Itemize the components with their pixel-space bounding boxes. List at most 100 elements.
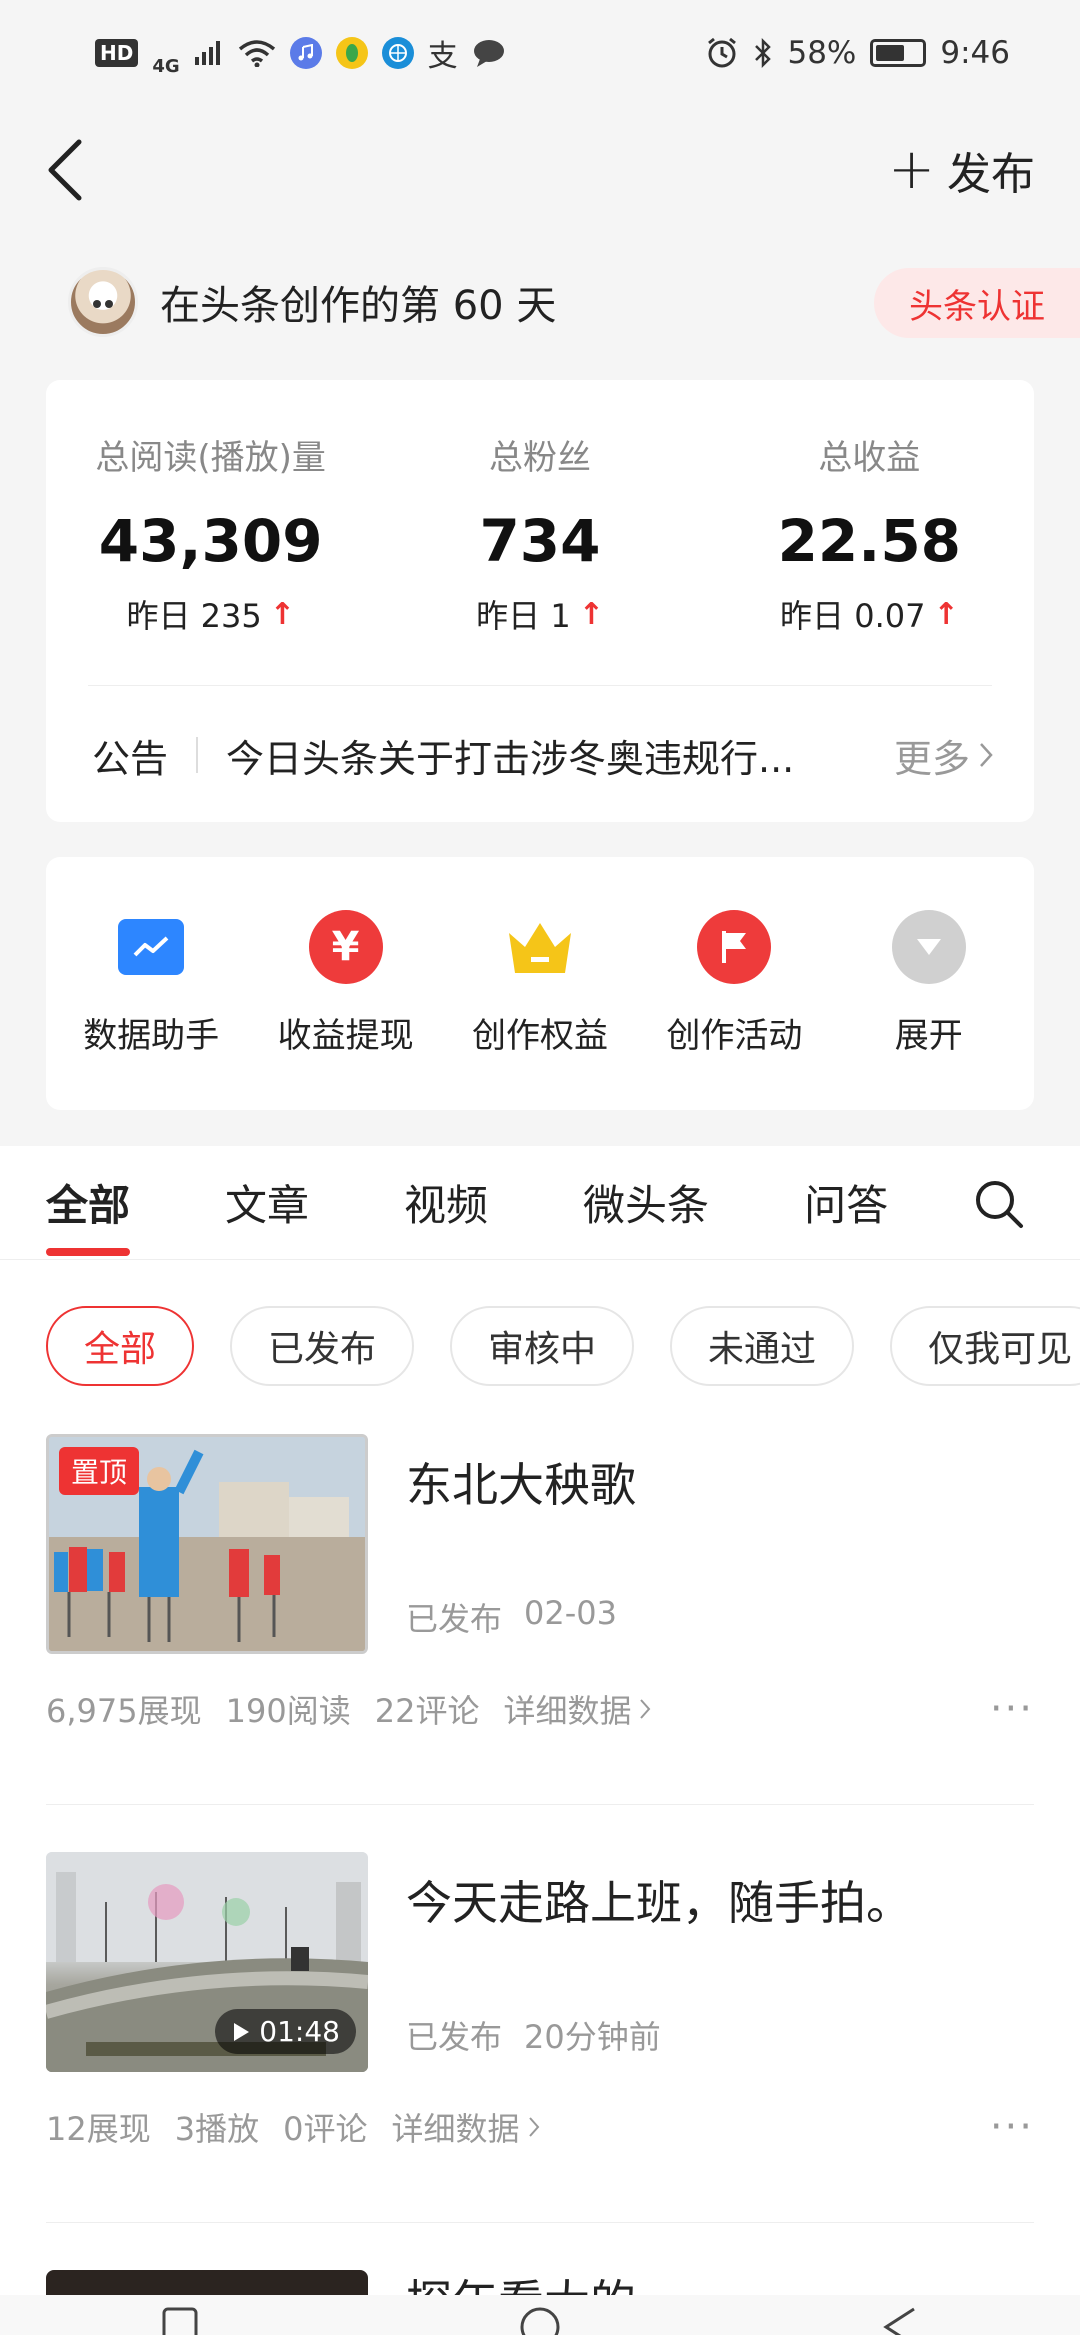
post-status: 已发布 [406,1600,503,1638]
tool-creator-rights[interactable]: 创作权益 [450,910,630,1057]
bluetooth-icon [753,37,773,69]
arrow-up-icon: ↑ [269,596,295,632]
clock: 9:46 [940,34,1010,71]
hd-icon: HD [95,38,139,67]
tab-articles[interactable]: 文章 [225,1146,309,1260]
content-tabs: 全部 文章 视频 微头条 问答 [0,1146,1080,1260]
arrow-up-icon: ↑ [578,596,604,632]
post-date: 02-03 [524,1594,617,1632]
cert-badge-button[interactable]: 头条认证 [874,268,1080,338]
tools-card: 数据助手 ¥ 收益提现 创作权益 创作活动 展开 [46,857,1034,1110]
post-status: 已发布 [406,2018,503,2056]
alipay-icon: 支 [427,38,458,74]
tool-creator-events[interactable]: 创作活动 [644,910,824,1057]
detail-data-link[interactable]: 详细数据 [503,1686,651,1732]
status-bar: HD 4G 支 58% 9:46 [0,0,1080,105]
stats-card: 总阅读(播放)量 43,309 昨日 235 ↑ 总粉丝 734 昨日 1 ↑ 总收… [46,380,1034,822]
more-options-icon[interactable]: ··· [990,1686,1034,1732]
back-button[interactable] [45,130,105,210]
post-item[interactable]: 置顶 东北大秧歌 已发布 02-03 6,975展现 190阅读 22评论 详细… [46,1434,1034,1734]
post-stat-reads: 190阅读 [225,1692,351,1730]
post-thumbnail[interactable]: 01:48 [46,1852,368,2072]
stat-total-reads[interactable]: 总阅读(播放)量 43,309 昨日 235 ↑ [46,430,375,637]
tab-videos[interactable]: 视频 [404,1146,488,1260]
notice-label: 公告 [92,736,169,781]
top-bar: + 发布 [0,120,1080,220]
stat-total-income[interactable]: 总收益 22.58 昨日 0.07 ↑ [705,430,1034,637]
notice-more-label: 更多 [893,736,970,781]
user-row: 在头条创作的第 60 天 头条认证 [0,262,1080,342]
tool-label: 创作活动 [666,1016,803,1056]
filter-private[interactable]: 仅我可见 [890,1306,1080,1386]
post-title[interactable]: 今天走路上班，随手拍。 [406,1867,912,1933]
detail-data-link[interactable]: 详细数据 [391,2104,539,2150]
filter-all[interactable]: 全部 [46,1306,195,1386]
stat-label: 总阅读(播放)量 [95,438,326,478]
content-area: 全部 文章 视频 微头条 问答 全部 已发布 审核中 未通过 仅我可见 置顶 东… [0,1146,1080,2335]
crown-icon [503,910,577,984]
post-date: 20分钟前 [524,2018,661,2056]
signal-icon [194,39,224,67]
filter-reviewing[interactable]: 审核中 [450,1306,635,1386]
tool-income-withdraw[interactable]: ¥ 收益提现 [256,910,436,1057]
publish-label: 发布 [947,149,1035,200]
status-left: HD 4G 支 [95,28,506,77]
post-stats: 12展现 3播放 0评论 详细数据 ··· [46,2104,1034,2150]
post-thumbnail[interactable]: 置顶 [46,1434,368,1654]
browser-app-icon [381,36,414,69]
yen-icon: ¥ [308,910,383,984]
status-right: 58% 9:46 [705,35,1010,71]
publish-button[interactable]: + 发布 [888,138,1035,202]
search-button[interactable] [973,1178,1025,1230]
chart-icon [118,919,185,975]
post-stat-comments: 0评论 [283,2110,368,2148]
tool-expand[interactable]: 展开 [839,910,1019,1057]
post-title[interactable]: 东北大秧歌 [406,1449,636,1515]
back-nav-icon[interactable] [870,2295,930,2335]
notice-more-link[interactable]: 更多 [894,728,994,783]
battery-icon [870,38,927,67]
stat-delta: 昨日 1 ↑ [375,591,704,637]
home-icon[interactable] [510,2295,570,2335]
yen-glyph: ¥ [331,924,360,970]
post-stat-comments: 22评论 [374,1692,480,1730]
stat-total-fans[interactable]: 总粉丝 734 昨日 1 ↑ [375,430,704,637]
tab-qa[interactable]: 问答 [804,1146,888,1260]
tool-label: 数据助手 [83,1016,220,1056]
system-nav-bar [0,2295,1080,2335]
notice-row[interactable]: 公告 今日头条关于打击涉冬奥违规行... 更多 [92,715,994,795]
post-stats: 6,975展现 190阅读 22评论 详细数据 ··· [46,1686,1034,1732]
stat-delta: 昨日 0.07 ↑ [705,591,1034,637]
network-type: 4G [152,56,180,77]
video-duration-badge: 01:48 [215,2009,356,2054]
play-icon [234,2022,250,2041]
post-item[interactable]: 01:48 今天走路上班，随手拍。 已发布 20分钟前 12展现 3播放 0评论… [46,1852,1034,2152]
post-meta: 已发布 02-03 [406,1594,617,1640]
tool-label: 展开 [894,1016,963,1056]
divider [88,685,992,686]
chevron-right-icon [528,2117,539,2137]
stats-row: 总阅读(播放)量 43,309 昨日 235 ↑ 总粉丝 734 昨日 1 ↑ 总收… [46,380,1034,637]
pinned-badge: 置顶 [59,1447,140,1495]
tab-micro-posts[interactable]: 微头条 [583,1146,709,1260]
filter-rejected[interactable]: 未通过 [670,1306,855,1386]
stat-delta-text: 昨日 1 [476,597,571,635]
avatar[interactable] [68,267,138,337]
creation-days-text: 在头条创作的第 60 天 [160,283,557,329]
green-app-icon [335,36,368,69]
chevron-left-icon [48,139,82,201]
expand-icon [891,910,966,984]
notice-text: 今日头条关于打击涉冬奥违规行... [226,736,795,781]
more-options-icon[interactable]: ··· [990,2104,1034,2150]
post-meta: 已发布 20分钟前 [406,2012,661,2058]
recent-apps-icon[interactable] [150,2295,210,2335]
flag-icon [697,910,772,984]
tab-all[interactable]: 全部 [46,1146,131,1260]
message-icon [472,38,506,68]
post-stat-impressions: 12展现 [46,2110,151,2148]
filter-published[interactable]: 已发布 [230,1306,415,1386]
tool-data-assistant[interactable]: 数据助手 [61,910,241,1057]
battery-percent: 58% [787,34,857,71]
chevron-right-icon [640,1699,651,1719]
stat-delta: 昨日 235 ↑ [46,591,375,637]
